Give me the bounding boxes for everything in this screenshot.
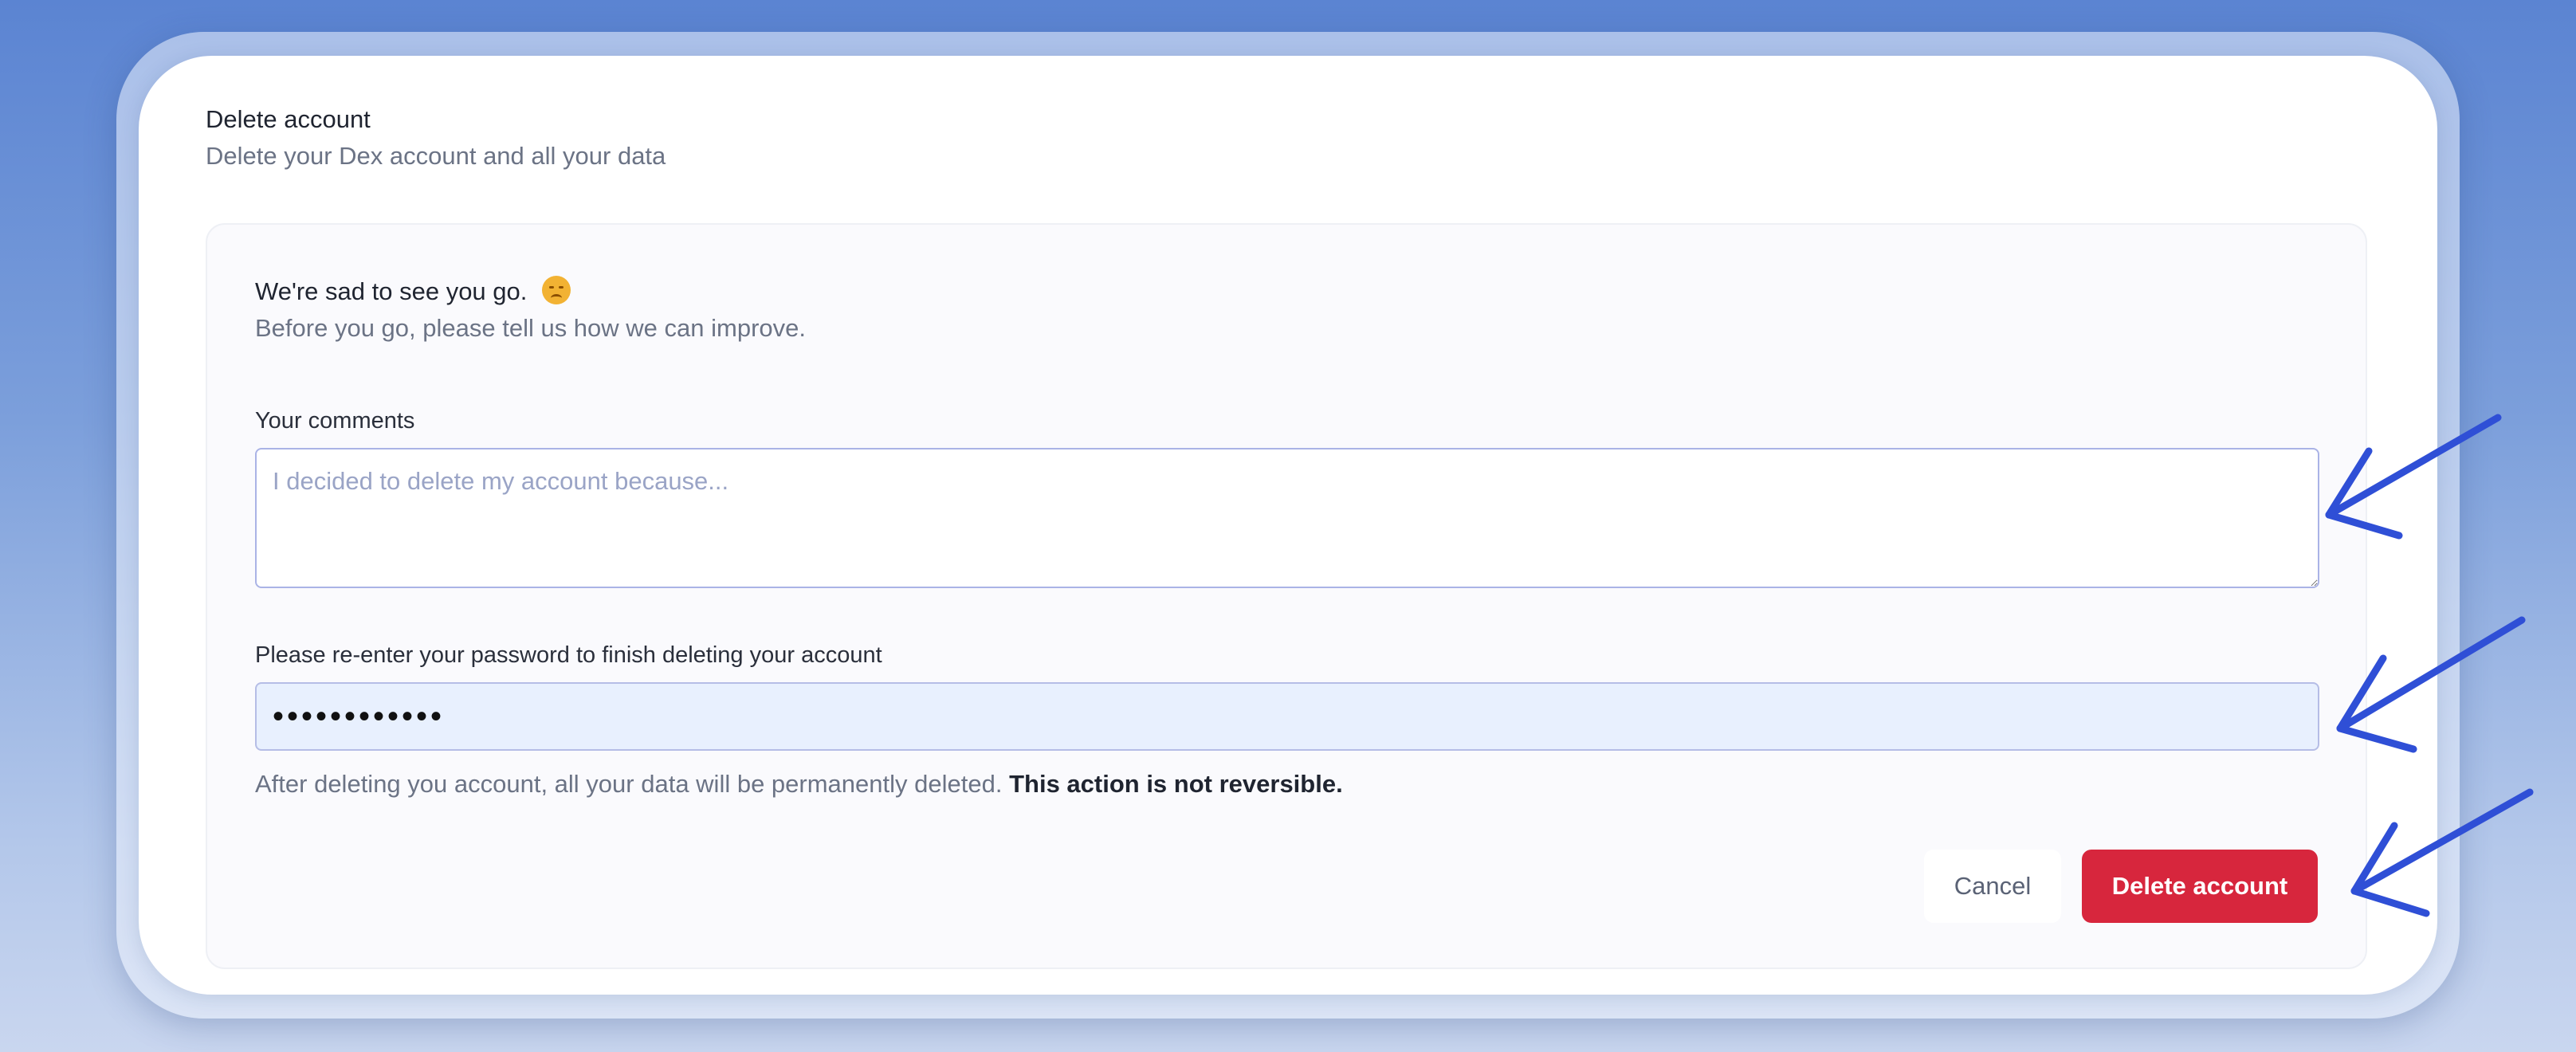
panel-heading-text: We're sad to see you go. bbox=[255, 277, 528, 305]
password-input[interactable] bbox=[255, 682, 2319, 751]
section-subtitle: Delete your Dex account and all your dat… bbox=[206, 142, 666, 170]
deletion-warning-text: After deleting you account, all your dat… bbox=[255, 770, 1003, 798]
delete-account-button[interactable]: Delete account bbox=[2082, 850, 2318, 923]
disappointed-face-icon bbox=[542, 276, 571, 304]
comments-textarea[interactable] bbox=[255, 448, 2319, 588]
panel-subheading: Before you go, please tell us how we can… bbox=[255, 314, 806, 342]
deletion-warning: After deleting you account, all your dat… bbox=[255, 768, 1343, 800]
section-title: Delete account bbox=[206, 105, 371, 133]
comments-label: Your comments bbox=[255, 408, 415, 434]
password-label: Please re-enter your password to finish … bbox=[255, 642, 882, 668]
deletion-warning-emphasis: This action is not reversible. bbox=[1009, 770, 1343, 798]
panel-heading: We're sad to see you go. bbox=[255, 276, 571, 308]
cancel-button[interactable]: Cancel bbox=[1924, 850, 2061, 923]
